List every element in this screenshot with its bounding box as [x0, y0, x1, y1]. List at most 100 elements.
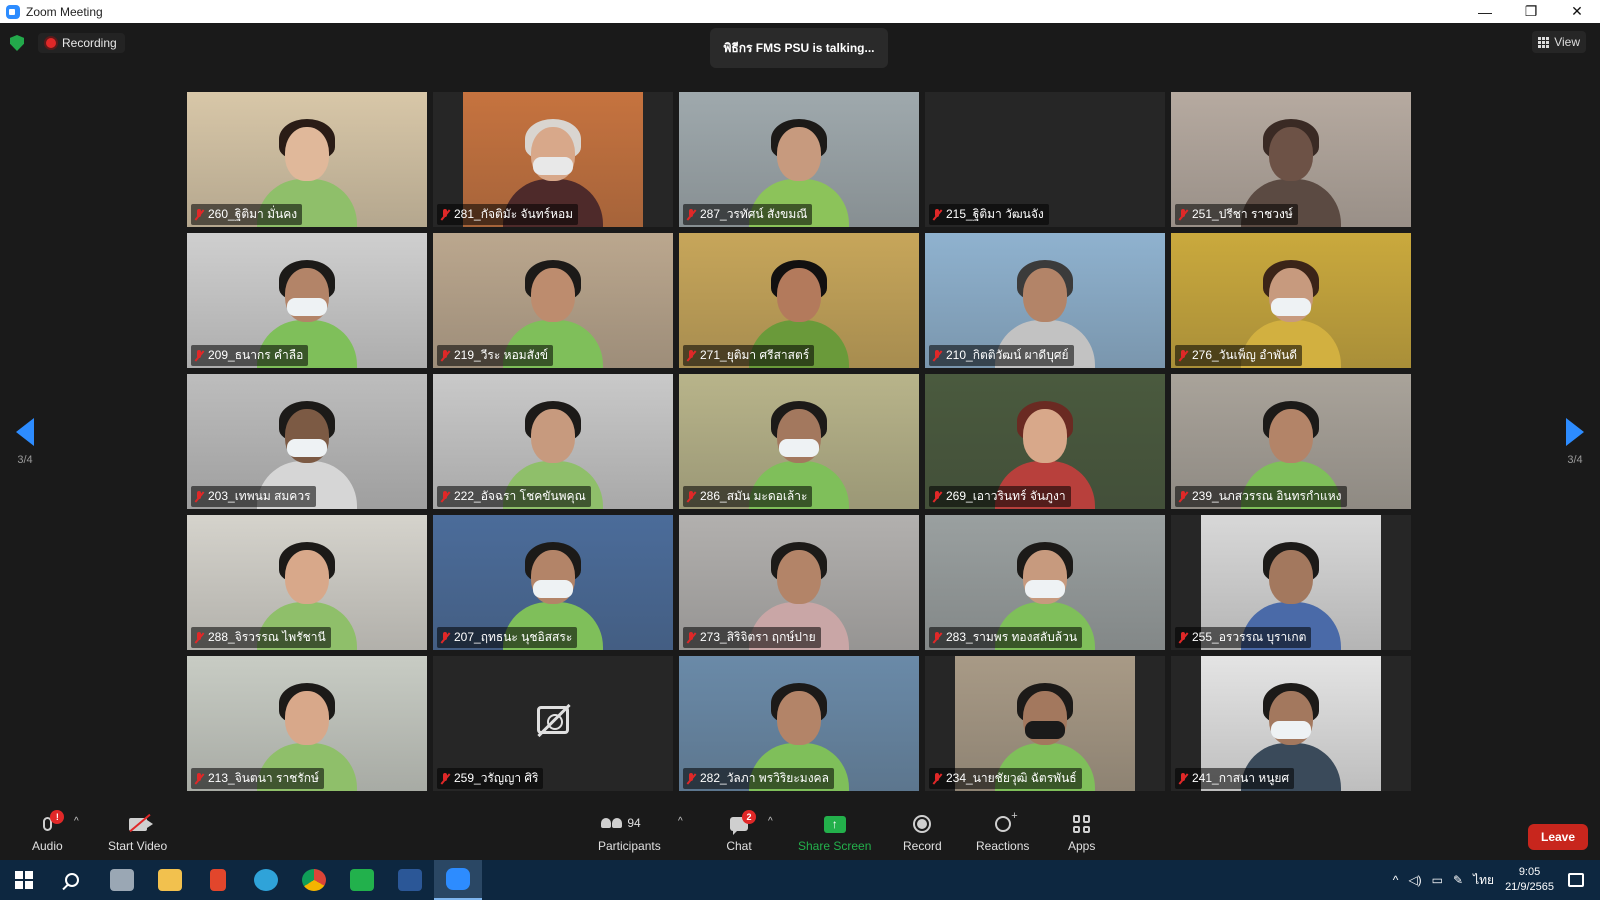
network-icon[interactable]: ▭: [1427, 873, 1448, 887]
participant-name-label: 288_จิรวรรณ ไพรัชานี: [191, 627, 331, 648]
participants-button[interactable]: 94 Participants: [598, 812, 661, 853]
video-tile[interactable]: 283_รามพร ทองสลับล้วน: [925, 515, 1165, 650]
video-tile[interactable]: 239_นภสวรรณ อินทรกำแหง: [1171, 374, 1411, 509]
restore-button[interactable]: ❐: [1508, 0, 1554, 23]
participant-name: 269_เอาวรินทร์ จันภูงา: [946, 489, 1066, 503]
show-hidden-icons-icon[interactable]: ^: [1388, 873, 1404, 887]
audio-options-caret-icon[interactable]: ^: [74, 816, 79, 827]
participant-name: 222_อัจฉรา โชคขันพคุณ: [454, 489, 586, 503]
chat-options-caret-icon[interactable]: ^: [768, 816, 773, 827]
video-tile[interactable]: 234_นายชัยวุฒิ ฉัตรพันธ์: [925, 656, 1165, 791]
edge-app[interactable]: [242, 860, 290, 900]
video-tile[interactable]: 281_กัจติมัะ จันทร์หอม: [433, 92, 673, 227]
view-button[interactable]: View: [1532, 31, 1586, 53]
participant-name-label: 269_เอาวรินทร์ จันภูงา: [929, 486, 1071, 507]
video-tile[interactable]: 282_วัลภา พรวิริยะมงคล: [679, 656, 919, 791]
minimize-button[interactable]: —: [1462, 0, 1508, 23]
participant-name-label: 219_วีระ หอมสังข์: [437, 345, 554, 366]
leave-button[interactable]: Leave: [1528, 824, 1588, 850]
line-app[interactable]: [338, 860, 386, 900]
pen-icon[interactable]: ✎: [1448, 873, 1468, 887]
mic-muted-icon: [440, 772, 450, 785]
video-tile[interactable]: 251_ปรีชา ราชวงษ์: [1171, 92, 1411, 227]
recording-label: Recording: [62, 36, 117, 50]
file-explorer-app[interactable]: [146, 860, 194, 900]
reactions-button[interactable]: Reactions: [976, 810, 1029, 853]
volume-icon[interactable]: ◁): [1403, 873, 1426, 887]
participant-name-label: 215_ฐิติมา วัฒนจัง: [929, 204, 1049, 225]
start-video-button[interactable]: Start Video: [108, 812, 167, 853]
video-tile[interactable]: 209_ธนากร คำลือ: [187, 233, 427, 368]
audio-label: Audio: [32, 839, 63, 853]
video-tile[interactable]: 269_เอาวรินทร์ จันภูงา: [925, 374, 1165, 509]
search-button[interactable]: [48, 860, 96, 900]
video-tile[interactable]: 271_ยุติมา ศรีสาสตร์: [679, 233, 919, 368]
share-screen-button[interactable]: ↑ Share Screen: [798, 812, 871, 853]
video-tile[interactable]: 241_กาสนา หนูยศ: [1171, 656, 1411, 791]
mic-muted-icon: [686, 631, 696, 644]
participant-name: 255_อรวรรณ บุราเกต: [1192, 630, 1307, 644]
recording-dot-icon: [46, 38, 56, 48]
chat-button[interactable]: 2 Chat: [726, 810, 756, 853]
video-tile[interactable]: 203_เทพนม สมควร: [187, 374, 427, 509]
video-tile[interactable]: 273_สิริจิตรา ฤกษ์ปาย: [679, 515, 919, 650]
record-button[interactable]: Record: [903, 812, 942, 853]
start-button[interactable]: [0, 860, 48, 900]
zoom-logo-icon: [6, 4, 20, 19]
word-app[interactable]: [386, 860, 434, 900]
participant-name-label: 213_จินตนา ราชรักษ์: [191, 768, 324, 789]
participants-options-caret-icon[interactable]: ^: [678, 816, 683, 827]
clock-date: 21/9/2565: [1505, 881, 1554, 893]
participant-name: 241_กาสนา หนูยศ: [1192, 771, 1290, 785]
office-app[interactable]: [194, 860, 242, 900]
participant-name-label: 259_วรัญญา ศิริ: [437, 768, 544, 789]
video-tile[interactable]: 207_ฤทธนะ นุชอิสสระ: [433, 515, 673, 650]
arrow-left-icon[interactable]: [16, 418, 34, 446]
participant-name-label: 210_กิตติวัฒน์ ผาดีบุศย์: [929, 345, 1074, 366]
video-tile[interactable]: 210_กิตติวัฒน์ ผาดีบุศย์: [925, 233, 1165, 368]
participant-name: 210_กิตติวัฒน์ ผาดีบุศย์: [946, 348, 1069, 362]
video-tile[interactable]: 222_อัจฉรา โชคขันพคุณ: [433, 374, 673, 509]
clock[interactable]: 9:05 21/9/2565: [1505, 865, 1554, 895]
video-tile[interactable]: 219_วีระ หอมสังข์: [433, 233, 673, 368]
close-button[interactable]: ✕: [1554, 0, 1600, 23]
video-tile[interactable]: 276_วันเพ็ญ อำพันดี: [1171, 233, 1411, 368]
audio-button[interactable]: ! Audio: [32, 810, 65, 853]
video-tile[interactable]: 213_จินตนา ราชรักษ์: [187, 656, 427, 791]
share-screen-label: Share Screen: [798, 839, 872, 853]
video-tile[interactable]: 215_ฐิติมา วัฒนจัง: [925, 92, 1165, 227]
mic-muted-icon: [1178, 772, 1188, 785]
chrome-app[interactable]: [290, 860, 338, 900]
mic-muted-icon: [440, 631, 450, 644]
video-tile[interactable]: 288_จิรวรรณ ไพรัชานี: [187, 515, 427, 650]
participants-icon: 94: [599, 812, 659, 836]
task-view-app[interactable]: [98, 860, 146, 900]
arrow-right-icon[interactable]: [1566, 418, 1584, 446]
video-tile[interactable]: 255_อรวรรณ บุราเกต: [1171, 515, 1411, 650]
next-page-control[interactable]: 3/4: [1566, 418, 1584, 466]
notification-icon[interactable]: [1568, 873, 1584, 887]
meeting-toolbar: ! Audio ^ Start Video 94 Participants ^ …: [0, 810, 1600, 860]
participant-name-label: 281_กัจติมัะ จันทร์หอม: [437, 204, 579, 225]
chat-unread-badge: 2: [742, 810, 756, 824]
video-tile[interactable]: 260_ฐิติมา มั่นคง: [187, 92, 427, 227]
camera-off-icon: [537, 706, 569, 734]
participant-name: 251_ปรีชา ราชวงษ์: [1192, 207, 1293, 221]
mic-muted-icon: [932, 349, 942, 362]
apps-button[interactable]: Apps: [1068, 812, 1095, 853]
encryption-shield-icon[interactable]: [10, 35, 24, 51]
zoom-app[interactable]: [434, 860, 482, 900]
language-indicator[interactable]: ไทย: [1468, 871, 1499, 890]
mic-muted-icon: [1178, 631, 1188, 644]
recording-indicator[interactable]: Recording: [38, 33, 125, 53]
mic-muted-icon: [932, 490, 942, 503]
video-tile[interactable]: 286_สมัน มะดอเล้าะ: [679, 374, 919, 509]
mic-muted-icon: [194, 349, 204, 362]
participant-name: 219_วีระ หอมสังข์: [454, 348, 549, 362]
start-video-label: Start Video: [108, 839, 168, 853]
video-tile[interactable]: 287_วรทัศน์ สังขมณี: [679, 92, 919, 227]
participant-name-label: 273_สิริจิตรา ฤกษ์ปาย: [683, 627, 821, 648]
mic-muted-icon: [194, 772, 204, 785]
video-tile[interactable]: 259_วรัญญา ศิริ: [433, 656, 673, 791]
previous-page-control[interactable]: 3/4: [16, 418, 34, 466]
